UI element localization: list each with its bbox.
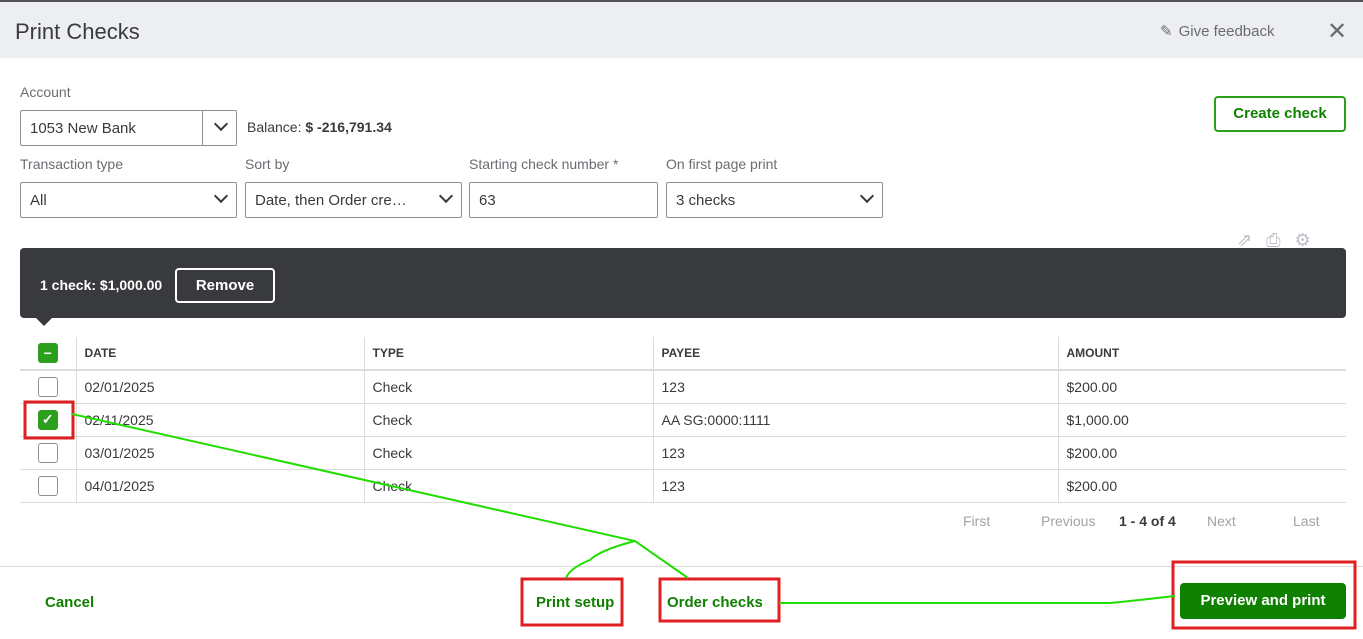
first-page-select[interactable]: 3 checks bbox=[666, 182, 883, 218]
close-icon[interactable]: ✕ bbox=[1327, 17, 1347, 46]
row-checkbox[interactable]: ✓ bbox=[37, 409, 58, 430]
cell-payee: 123 bbox=[653, 469, 1059, 503]
column-payee[interactable]: PAYEE bbox=[653, 337, 1059, 371]
selection-bar: 1 check: $1,000.00 Remove bbox=[20, 248, 1346, 326]
create-check-button[interactable]: Create check bbox=[1214, 96, 1346, 132]
cell-amount: $200.00 bbox=[1058, 469, 1346, 503]
remove-button[interactable]: Remove bbox=[175, 268, 275, 303]
transaction-type-label: Transaction type bbox=[20, 156, 123, 172]
column-type[interactable]: TYPE bbox=[364, 337, 654, 371]
cell-type: Check bbox=[364, 469, 654, 503]
last-page-button[interactable]: Last bbox=[1293, 513, 1319, 529]
select-all-checkbox[interactable]: − bbox=[37, 343, 58, 363]
account-label: Account bbox=[20, 84, 71, 100]
transaction-type-select[interactable]: All bbox=[20, 182, 237, 218]
cell-payee: 123 bbox=[653, 370, 1059, 404]
starting-check-label: Starting check number * bbox=[469, 156, 619, 172]
column-date[interactable]: DATE bbox=[76, 337, 365, 371]
order-checks-button[interactable]: Order checks bbox=[667, 594, 763, 611]
previous-page-button[interactable]: Previous bbox=[1041, 513, 1095, 529]
give-feedback-link[interactable]: ✎ Give feedback bbox=[1160, 22, 1274, 41]
first-page-button[interactable]: First bbox=[963, 513, 990, 529]
table-row[interactable]: 02/01/2025 Check 123 $200.00 bbox=[20, 370, 1346, 404]
sort-by-label: Sort by bbox=[245, 156, 290, 172]
first-page-label: On first page print bbox=[666, 156, 778, 172]
cell-payee: AA SG:0000:1111 bbox=[653, 403, 1059, 437]
feedback-icon: ✎ bbox=[1160, 23, 1173, 40]
chevron-down-icon bbox=[859, 188, 875, 204]
column-amount[interactable]: AMOUNT bbox=[1058, 337, 1346, 371]
balance: Balance: $ -216,791.34 bbox=[247, 119, 392, 135]
row-checkbox[interactable] bbox=[37, 376, 58, 397]
cell-payee: 123 bbox=[653, 436, 1059, 470]
table-row[interactable]: 03/01/2025 Check 123 $200.00 bbox=[20, 436, 1346, 470]
chevron-down-icon bbox=[213, 116, 229, 132]
preview-and-print-button[interactable]: Preview and print bbox=[1180, 583, 1346, 619]
selection-summary: 1 check: $1,000.00 bbox=[40, 277, 163, 293]
dialog-header: Print Checks ✎ Give feedback ✕ bbox=[0, 0, 1363, 58]
next-page-button[interactable]: Next bbox=[1207, 513, 1236, 529]
page-title: Print Checks bbox=[15, 19, 140, 44]
cancel-button[interactable]: Cancel bbox=[45, 594, 94, 611]
cell-type: Check bbox=[364, 436, 654, 470]
account-select[interactable]: 1053 New Bank bbox=[20, 110, 237, 146]
sort-by-select[interactable]: Date, then Order cre… bbox=[245, 182, 462, 218]
cell-type: Check bbox=[364, 403, 654, 437]
cell-amount: $200.00 bbox=[1058, 436, 1346, 470]
page-range: 1 - 4 of 4 bbox=[1119, 513, 1176, 529]
cell-date: 02/01/2025 bbox=[76, 370, 365, 404]
chevron-down-icon bbox=[438, 188, 454, 204]
print-setup-button[interactable]: Print setup bbox=[536, 594, 614, 611]
row-checkbox[interactable] bbox=[37, 475, 58, 496]
table-row[interactable]: 04/01/2025 Check 123 $200.00 bbox=[20, 469, 1346, 503]
row-checkbox[interactable] bbox=[37, 442, 58, 463]
table-row[interactable]: ✓ 02/11/2025 Check AA SG:0000:1111 $1,00… bbox=[20, 403, 1346, 437]
starting-check-input[interactable]: 63 bbox=[469, 182, 658, 218]
chevron-down-icon bbox=[213, 188, 229, 204]
annotation-overlay bbox=[23, 400, 1357, 630]
checks-table: − DATE TYPE PAYEE AMOUNT 02/01/2025 Chec… bbox=[20, 337, 1346, 503]
cell-date: 04/01/2025 bbox=[76, 469, 365, 503]
cell-amount: $1,000.00 bbox=[1058, 403, 1346, 437]
cell-date: 03/01/2025 bbox=[76, 436, 365, 470]
cell-type: Check bbox=[364, 370, 654, 404]
cell-date: 02/11/2025 bbox=[76, 403, 365, 437]
cell-amount: $200.00 bbox=[1058, 370, 1346, 404]
